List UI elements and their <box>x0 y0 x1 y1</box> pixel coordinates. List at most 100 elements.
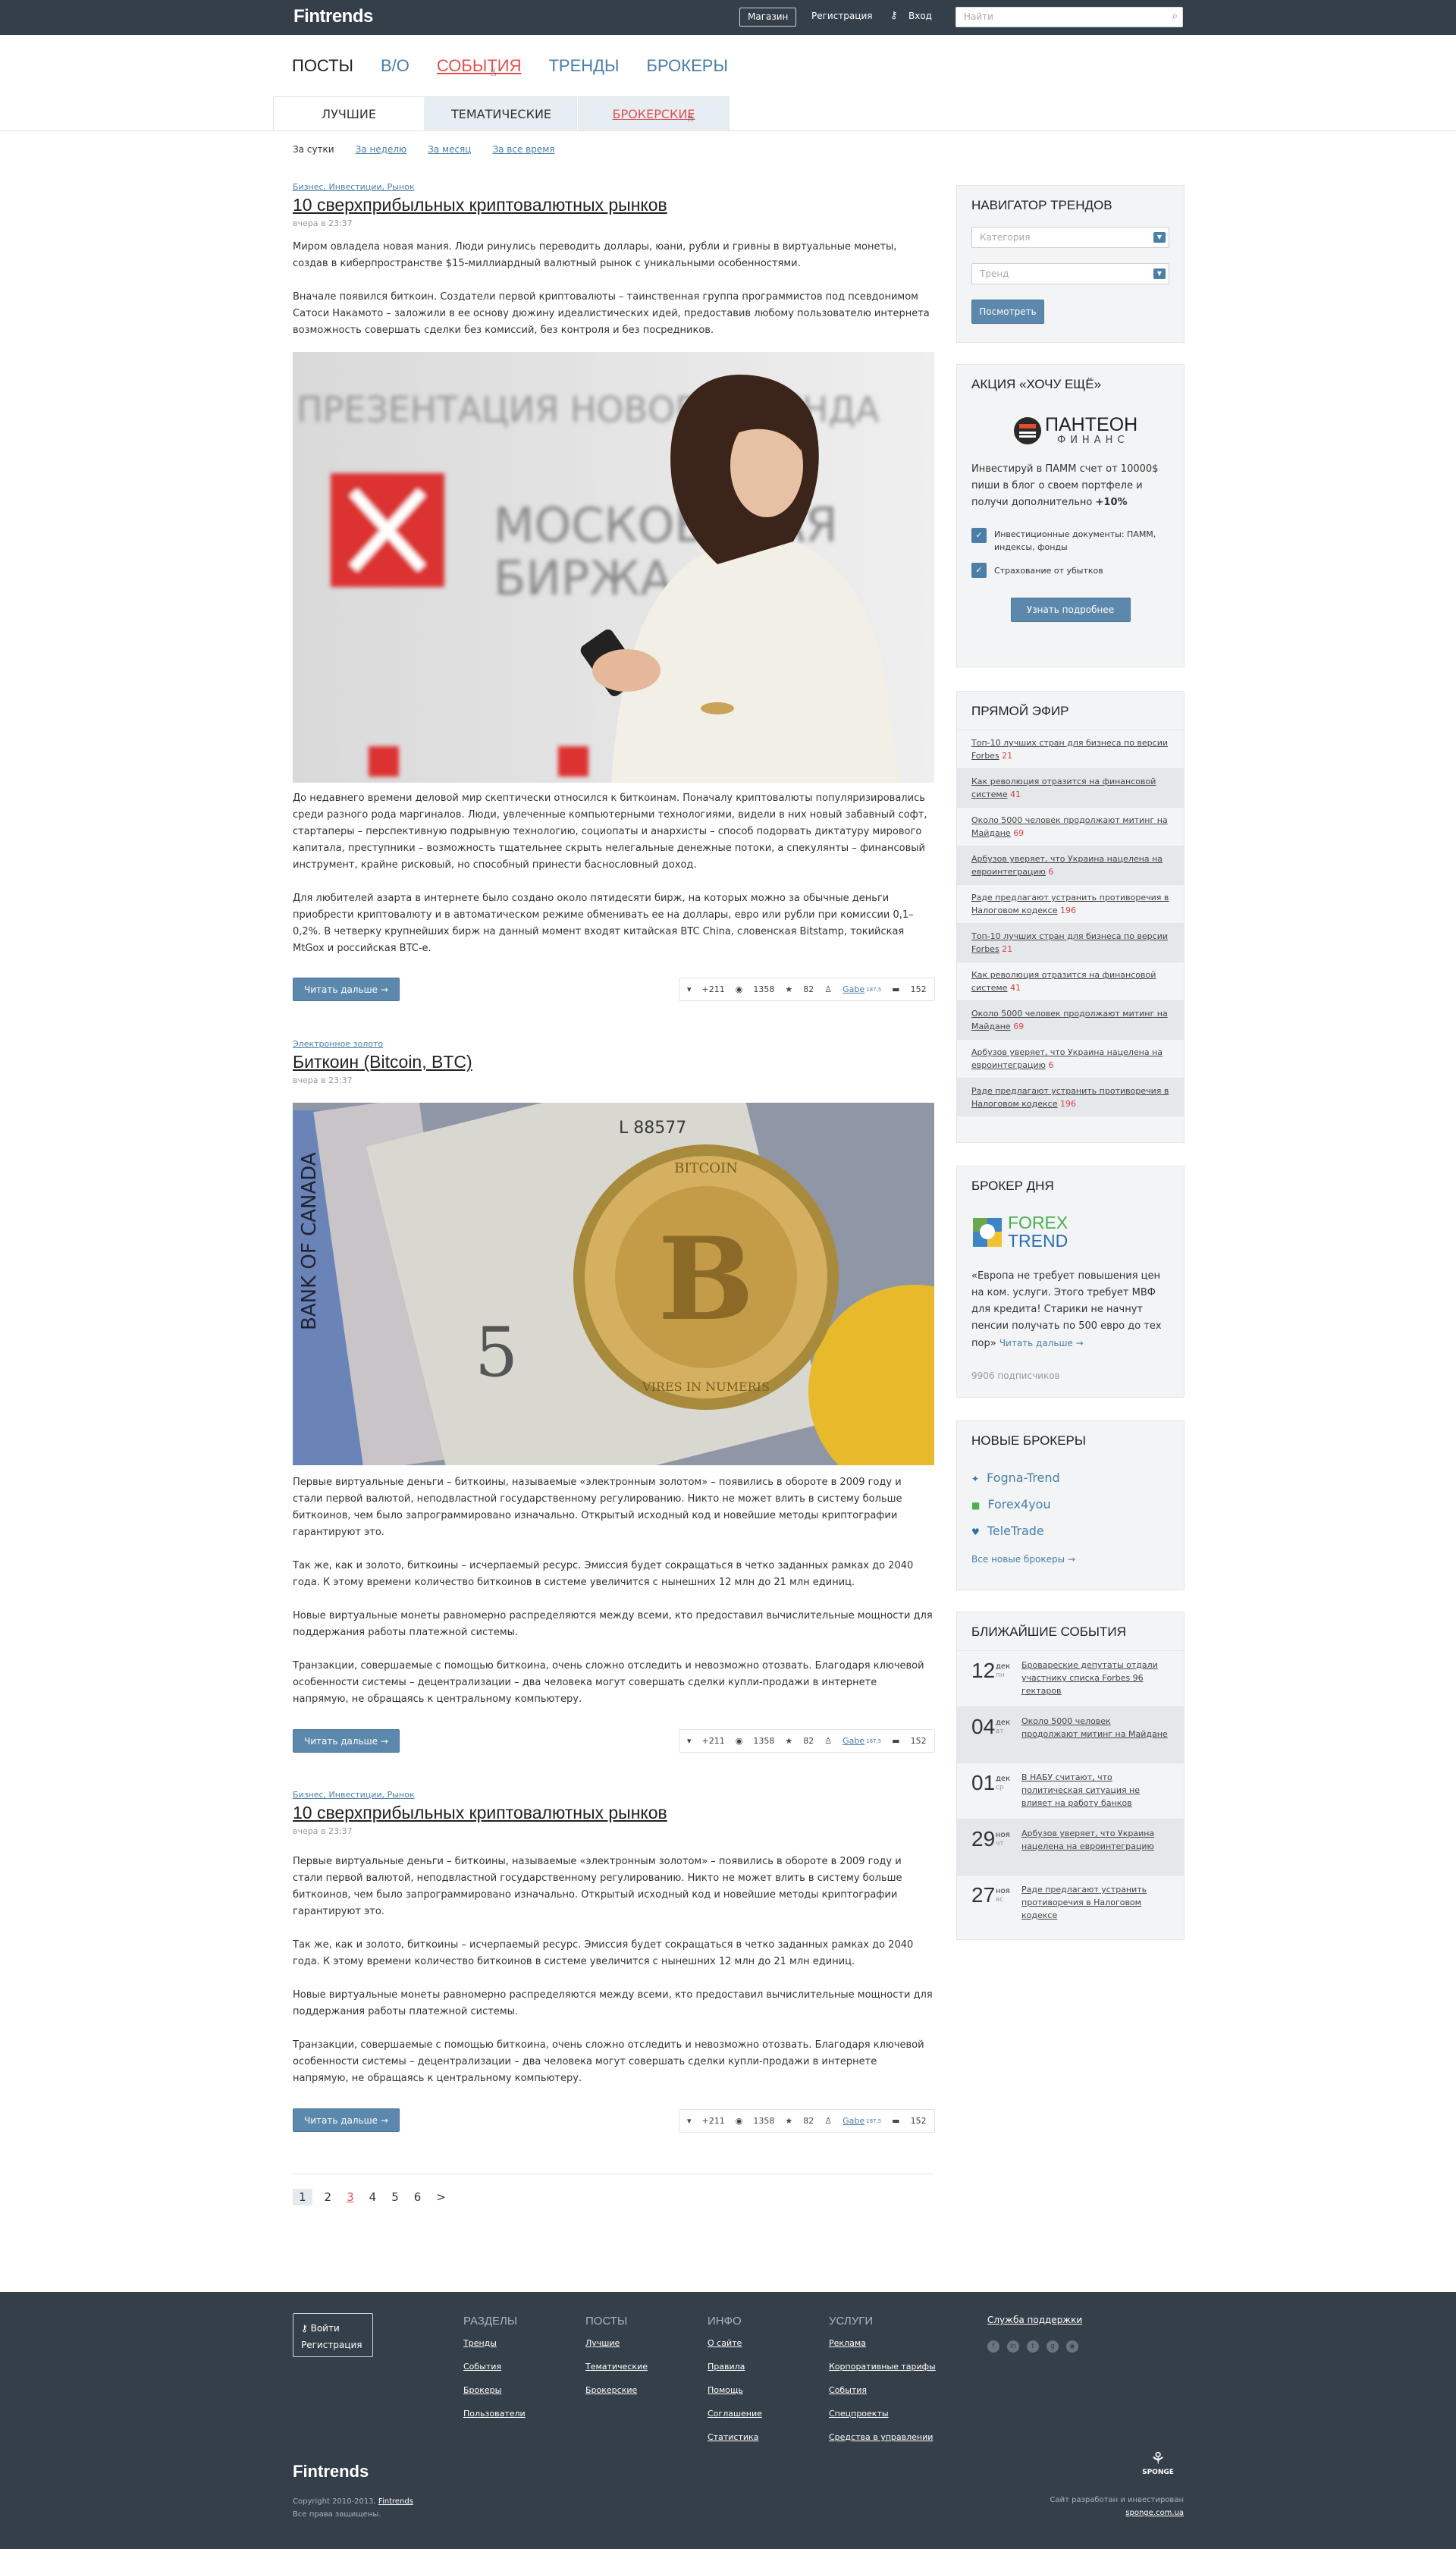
live-item[interactable]: Арбузов уверяет, что Украина нацелена на… <box>957 846 1184 884</box>
twitter-icon[interactable]: t <box>1027 2340 1039 2353</box>
event-item[interactable]: 12 дек пн Бровареские депутаты отдали участ… <box>957 1650 1184 1706</box>
footer-link[interactable]: Средства в управлении <box>829 2432 936 2442</box>
live-item[interactable]: Раде предлагают устранить противоречия в… <box>957 884 1184 923</box>
view-button[interactable]: Посмотреть <box>971 300 1044 324</box>
page-3[interactable]: 3 <box>344 2189 357 2205</box>
broker-link[interactable]: Forex4you <box>987 1497 1050 1512</box>
checkbox-row[interactable]: ✓ Страхование от убытков <box>971 563 1169 578</box>
vote-icon[interactable]: ▾ <box>687 2116 692 2126</box>
post-title[interactable]: Биткоин (Bitcoin, BTC) <box>293 1052 472 1072</box>
period-month[interactable]: За месяц <box>428 144 471 155</box>
live-item[interactable]: Около 5000 человек продолжают митинг на … <box>957 807 1184 846</box>
page-4[interactable]: 4 <box>366 2189 380 2205</box>
live-item[interactable]: Как революция отразится на финансовой си… <box>957 768 1184 807</box>
live-item[interactable]: Арбузов уверяет, что Украина нацелена на… <box>957 1039 1184 1078</box>
tab-broker[interactable]: БРОКЕРСКИЕ <box>578 96 730 131</box>
sponge-logo[interactable]: ⚘ SPONGE <box>1135 2450 1181 2476</box>
facebook-icon[interactable]: f <box>987 2340 999 2353</box>
page-1[interactable]: 1 <box>293 2189 312 2205</box>
star-icon[interactable]: ★ <box>785 984 792 994</box>
footer-link[interactable]: Тренды <box>463 2338 526 2348</box>
footer-link[interactable]: Пользователи <box>463 2409 526 2419</box>
checkbox-row[interactable]: ✓ Инвестиционные документы: ПАММ, индекс… <box>971 528 1169 554</box>
rss-icon[interactable]: ◉ <box>1066 2340 1078 2353</box>
comment-icon[interactable]: ▬ <box>892 2116 899 2126</box>
copyright-link[interactable]: Fintrends <box>378 2497 413 2506</box>
dev-link[interactable]: sponge.com.ua <box>1016 2507 1184 2519</box>
author-link[interactable]: Gabe <box>843 2116 864 2126</box>
nav-brokers[interactable]: БРОКЕРЫ <box>647 56 728 76</box>
footer-link[interactable]: Брокеры <box>463 2385 526 2395</box>
tab-best[interactable]: ЛУЧШИЕ <box>273 96 425 131</box>
live-item[interactable]: Как революция отразится на финансовой си… <box>957 962 1184 1000</box>
footer-register[interactable]: Регистрация <box>301 2337 365 2353</box>
read-more-link[interactable]: Читать дальше → <box>999 1338 1084 1348</box>
tab-thematic[interactable]: ТЕМАТИЧЕСКИЕ <box>425 96 577 131</box>
checkbox-checked-icon[interactable]: ✓ <box>971 528 987 543</box>
event-item[interactable]: 29 ноя чт Арбузов уверяет, что Украина наце… <box>957 1819 1184 1875</box>
footer-link[interactable]: События <box>463 2362 526 2372</box>
author-link[interactable]: Gabe <box>843 1736 864 1746</box>
event-item[interactable]: 04 дек вт Около 5000 человек продолжают мит… <box>957 1706 1184 1763</box>
footer-link[interactable]: Тематические <box>585 2362 648 2372</box>
footer-link[interactable]: Реклама <box>829 2338 936 2348</box>
broker-item[interactable]: ✦ Fogna-Trend <box>971 1465 1169 1492</box>
page-2[interactable]: 2 <box>322 2189 335 2205</box>
page-5[interactable]: 5 <box>388 2189 402 2205</box>
read-more-button[interactable]: Читать дальше → <box>293 2108 400 2132</box>
pantheon-logo[interactable]: ПАНТЕОН ФИНАНС <box>1013 415 1184 446</box>
footer-login[interactable]: ⚷ Войти <box>301 2320 365 2337</box>
period-day[interactable]: За сутки <box>293 144 334 155</box>
star-icon[interactable]: ★ <box>785 2116 792 2126</box>
page-next[interactable]: > <box>433 2189 449 2205</box>
learn-more-button[interactable]: Узнать подробнее <box>1010 598 1131 622</box>
footer-link[interactable]: Соглашение <box>708 2409 762 2419</box>
post-title[interactable]: 10 сверхприбыльных криптовалютных рынков <box>293 1803 667 1823</box>
site-logo[interactable]: Fintrends <box>293 6 373 27</box>
live-item[interactable]: Топ-10 лучших стран для бизнеса по верси… <box>957 923 1184 962</box>
footer-link[interactable]: Лучшие <box>585 2338 648 2348</box>
post-categories[interactable]: Электронное золото <box>293 1039 472 1049</box>
star-icon[interactable]: ★ <box>785 1736 792 1746</box>
post-title[interactable]: 10 сверхприбыльных криптовалютных рынков <box>293 195 934 215</box>
event-item[interactable]: 27 ноя вс Раде предлагают устранить противо… <box>957 1875 1184 1931</box>
footer-link[interactable]: Корпоративные тарифы <box>829 2362 936 2372</box>
login-link[interactable]: Вход <box>908 11 932 21</box>
nav-trends[interactable]: ТРЕНДЫ <box>548 56 619 76</box>
shop-button[interactable]: Магазин <box>739 8 797 27</box>
search-input[interactable]: Найти ⌕ <box>956 7 1183 27</box>
page-6[interactable]: 6 <box>411 2189 425 2205</box>
comment-icon[interactable]: ▬ <box>892 1736 899 1746</box>
all-brokers-link[interactable]: Все новые брокеры → <box>971 1554 1169 1565</box>
trend-select[interactable]: Тренд ▼ <box>971 263 1169 284</box>
broker-link[interactable]: TeleTrade <box>987 1524 1044 1538</box>
footer-link[interactable]: Спецпроекты <box>829 2409 936 2419</box>
footer-link[interactable]: О сайте <box>708 2338 762 2348</box>
author-link[interactable]: Gabe <box>843 984 864 994</box>
read-more-button[interactable]: Читать дальше → <box>293 1729 400 1753</box>
live-item[interactable]: Около 5000 человек продолжают митинг на … <box>957 1000 1184 1039</box>
search-icon[interactable]: ⌕ <box>1172 11 1178 22</box>
nav-posts[interactable]: ПОСТЫ <box>292 56 353 76</box>
broker-link[interactable]: Fogna-Trend <box>987 1471 1060 1485</box>
footer-link[interactable]: События <box>829 2385 936 2395</box>
linkedin-icon[interactable]: in <box>1007 2340 1019 2353</box>
event-item[interactable]: 01 дек ср В НАБУ считают, что политическая … <box>957 1763 1184 1819</box>
period-week[interactable]: За неделю <box>356 144 407 155</box>
period-all[interactable]: За все время <box>492 144 554 155</box>
nav-qa[interactable]: В/О <box>381 56 410 76</box>
vote-icon[interactable]: ▾ <box>687 1736 692 1746</box>
post-categories[interactable]: Бизнес, Инвестиции, Рынок <box>293 182 934 192</box>
live-item[interactable]: Топ-10 лучших стран для бизнеса по верси… <box>957 730 1184 768</box>
vote-icon[interactable]: ▾ <box>687 984 692 994</box>
read-more-button[interactable]: Читать дальше → <box>293 978 400 1001</box>
live-item[interactable]: Раде предлагают устранить противоречия в… <box>957 1078 1184 1116</box>
footer-logo[interactable]: Fintrends <box>293 2462 369 2482</box>
support-link[interactable]: Служба поддержки <box>987 2315 1082 2325</box>
footer-link[interactable]: Помощь <box>708 2385 762 2395</box>
broker-item[interactable]: ■ Forex4you <box>971 1492 1169 1518</box>
category-select[interactable]: Категория ▼ <box>971 227 1169 248</box>
gplus-icon[interactable]: g <box>1046 2340 1059 2353</box>
footer-link[interactable]: Брокерские <box>585 2385 648 2395</box>
checkbox-checked-icon[interactable]: ✓ <box>971 563 987 578</box>
